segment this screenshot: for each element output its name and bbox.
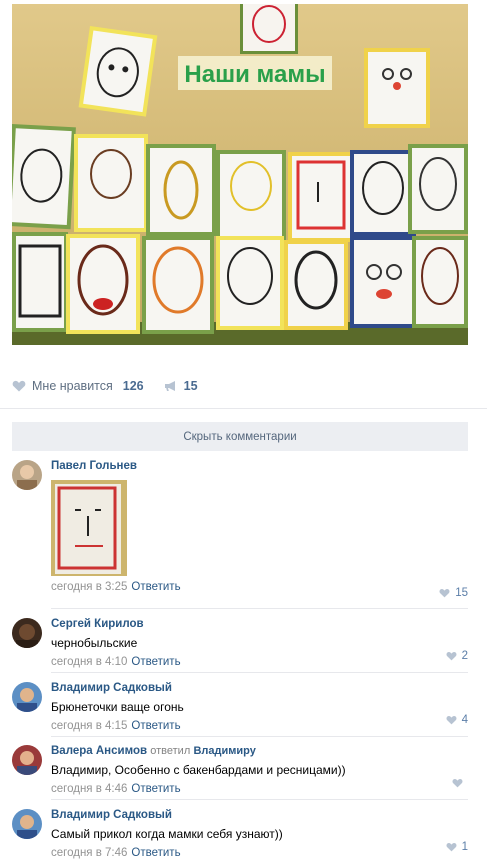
post-photo[interactable]: Наши мамы: [12, 4, 468, 345]
comment-meta: сегодня в 7:46 Ответить: [51, 847, 468, 859]
comment-like-count: 1: [461, 841, 468, 853]
heart-icon: [439, 589, 450, 598]
hide-comments-button[interactable]: Скрыть комментарии: [12, 422, 468, 451]
heart-icon: [452, 779, 463, 788]
avatar[interactable]: [12, 809, 42, 839]
comment-time[interactable]: сегодня в 4:46: [51, 783, 127, 795]
comment-time[interactable]: сегодня в 4:15: [51, 720, 127, 732]
comment-text: чернобыльские: [51, 636, 138, 650]
comment: Сергей Кирилов чернобыльские сегодня в 4…: [12, 618, 468, 668]
comment: Владимир Садковый Брюнеточки ваще огонь …: [12, 682, 468, 732]
comment-text: Брюнеточки ваще огонь: [51, 700, 184, 714]
comment-author: Валера Ансимов ответил Владимиру: [51, 745, 468, 757]
comment-like-count: 2: [461, 650, 468, 662]
divider: [51, 672, 468, 673]
avatar[interactable]: [12, 618, 42, 648]
post-actions: Мне нравится 126 15: [12, 374, 198, 398]
author-name[interactable]: Валера Ансимов: [51, 745, 147, 757]
divider: [51, 799, 468, 800]
heart-icon: [12, 380, 26, 392]
comment-like-button[interactable]: [452, 778, 468, 788]
divider: [51, 736, 468, 737]
comment-like-button[interactable]: 2: [446, 650, 468, 662]
heart-icon: [446, 716, 457, 725]
comment-author[interactable]: Сергей Кирилов: [51, 618, 468, 630]
share-count: 15: [183, 379, 198, 393]
comment-meta: сегодня в 4:15 Ответить: [51, 720, 468, 732]
comment-author[interactable]: Владимир Садковый: [51, 809, 468, 821]
comment-meta: сегодня в 4:46 Ответить: [51, 783, 468, 795]
megaphone-icon: [164, 381, 175, 391]
comment-like-button[interactable]: 1: [446, 841, 468, 853]
replied-to-link[interactable]: Владимиру: [193, 745, 255, 757]
reply-link[interactable]: Ответить: [131, 783, 180, 795]
avatar[interactable]: [12, 682, 42, 712]
comment-author[interactable]: Павел Гольнев: [51, 460, 468, 472]
share-button[interactable]: 15: [164, 379, 198, 393]
reply-link[interactable]: Ответить: [131, 581, 180, 593]
comment-time[interactable]: сегодня в 4:10: [51, 656, 127, 668]
comment-image[interactable]: [51, 480, 127, 576]
divider: [0, 408, 487, 409]
comment-time[interactable]: сегодня в 3:25: [51, 581, 127, 593]
comment: Павел Гольнев сегодня в 3:25 Ответить 15: [12, 460, 468, 605]
comment: Валера Ансимов ответил Владимиру Владими…: [12, 745, 468, 795]
comment-meta: сегодня в 4:10 Ответить: [51, 656, 468, 668]
comment-like-count: 15: [455, 587, 468, 599]
heart-icon: [446, 652, 457, 661]
comment-time[interactable]: сегодня в 7:46: [51, 847, 127, 859]
comment: Владимир Садковый Самый прикол когда мам…: [12, 809, 468, 859]
heart-icon: [446, 843, 457, 852]
comment-like-count: 4: [461, 714, 468, 726]
photo-banner-text: Наши мамы: [184, 61, 325, 88]
like-count: 126: [122, 379, 144, 393]
reply-link[interactable]: Ответить: [131, 720, 180, 732]
comment-like-button[interactable]: 15: [439, 587, 468, 599]
comment-meta: сегодня в 3:25 Ответить: [51, 581, 468, 593]
comment-text: Владимир, Особенно с бакенбардами и ресн…: [51, 763, 346, 777]
like-button[interactable]: Мне нравится 126: [12, 379, 144, 393]
comment-text: Самый прикол когда мамки себя узнают)): [51, 827, 283, 841]
avatar[interactable]: [12, 460, 42, 490]
comment-author[interactable]: Владимир Садковый: [51, 682, 468, 694]
reply-link[interactable]: Ответить: [131, 847, 180, 859]
comment-like-button[interactable]: 4: [446, 714, 468, 726]
divider: [51, 608, 468, 609]
reply-link[interactable]: Ответить: [131, 656, 180, 668]
like-label: Мне нравится: [32, 379, 113, 393]
replied-prefix: ответил: [150, 745, 191, 757]
avatar[interactable]: [12, 745, 42, 775]
